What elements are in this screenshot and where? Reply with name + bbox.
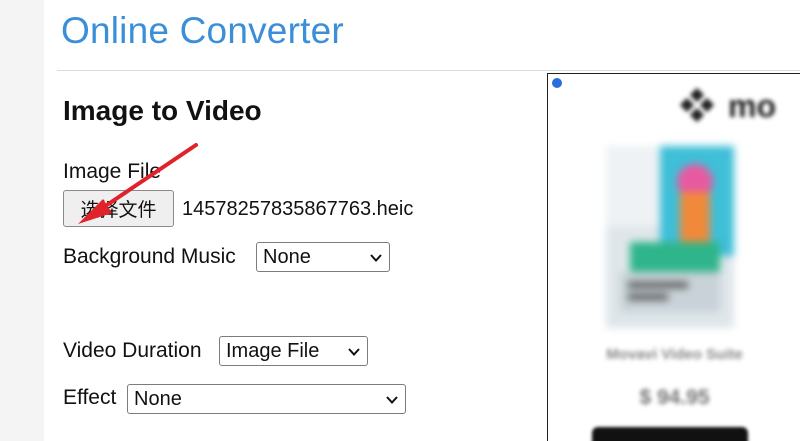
video-duration-label: Video Duration bbox=[63, 339, 202, 362]
background-music-value: None bbox=[263, 245, 311, 268]
ad-panel[interactable]: mo Movavi Video Suite $ 94.95 bbox=[547, 73, 800, 441]
chevron-down-icon bbox=[370, 254, 382, 262]
site-title[interactable]: Online Converter bbox=[61, 10, 344, 52]
ad-price: $ 94.95 bbox=[639, 386, 710, 409]
chevron-down-icon bbox=[386, 396, 398, 404]
left-gutter bbox=[0, 0, 44, 441]
background-music-select[interactable]: None bbox=[256, 242, 390, 272]
brand-logo-icon: mo bbox=[679, 87, 776, 124]
ad-product-name: Movavi Video Suite bbox=[606, 346, 743, 363]
image-file-label: Image File bbox=[63, 160, 162, 183]
page-heading: Image to Video bbox=[63, 95, 262, 126]
ad-info-dot[interactable] bbox=[552, 78, 562, 88]
choose-file-button[interactable]: 选择文件 bbox=[63, 190, 174, 227]
chevron-down-icon bbox=[348, 348, 360, 356]
video-duration-select[interactable]: Image File bbox=[219, 336, 368, 366]
effect-label: Effect bbox=[63, 386, 117, 409]
title-divider bbox=[57, 70, 800, 71]
effect-select[interactable]: None bbox=[127, 384, 406, 414]
effect-value: None bbox=[134, 387, 182, 410]
selected-file-name: 14578257835867763.heic bbox=[182, 198, 414, 220]
ad-brand-text: mo bbox=[728, 88, 776, 124]
product-box-image bbox=[606, 146, 734, 328]
background-music-label: Background Music bbox=[63, 245, 236, 268]
ad-buy-button[interactable] bbox=[592, 427, 748, 441]
video-duration-value: Image File bbox=[226, 339, 320, 362]
